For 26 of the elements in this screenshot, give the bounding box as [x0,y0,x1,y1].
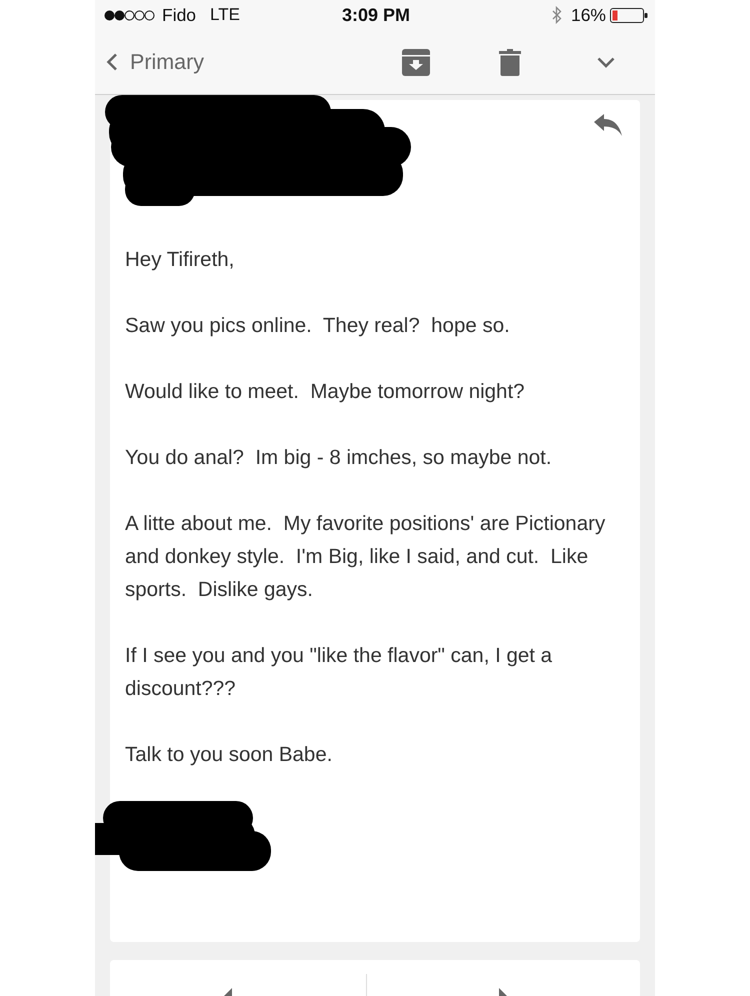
reply-button[interactable] [594,114,622,136]
message-paragraph: Talk to you soon Babe. [125,742,334,768]
clock-time: 3:09 PM [342,4,410,26]
signal-strength-icon [104,10,156,20]
battery-percentage: 16% [570,4,606,26]
network-type: LTE [210,5,240,25]
message-paragraph: Saw you pics online. They real? hope so. [125,313,511,339]
bluetooth-icon [552,6,562,24]
message-paragraph: Would like to meet. Maybe tomorrow night? [125,379,526,405]
message-paragraph: You do anal? Im big - 8 imches, so maybe not. [125,445,553,471]
left-arrow-icon [224,988,232,996]
trash-icon [499,48,521,76]
chevron-left-icon [106,53,118,71]
back-button[interactable]: Primary [95,46,210,78]
chevron-down-icon [597,56,615,68]
archive-icon [402,48,430,76]
message-paragraph: If I see you and you "like the flavor" can, I get a discount??? [125,643,554,702]
battery-icon [610,8,648,22]
delete-button[interactable] [499,48,521,76]
reply-arrow-icon [594,114,622,136]
archive-button[interactable] [402,48,430,76]
right-arrow-icon [498,988,506,996]
message-paragraph: A litte about me. My favorite positions' are Pictionary and donkey style. I'm Big, like I said, and cut. Like sports. Dislike gays. [125,511,606,603]
message-paragraph: Hey Tifireth, [125,247,236,273]
more-options-button[interactable] [597,56,615,68]
carrier-name: Fido [162,4,196,26]
